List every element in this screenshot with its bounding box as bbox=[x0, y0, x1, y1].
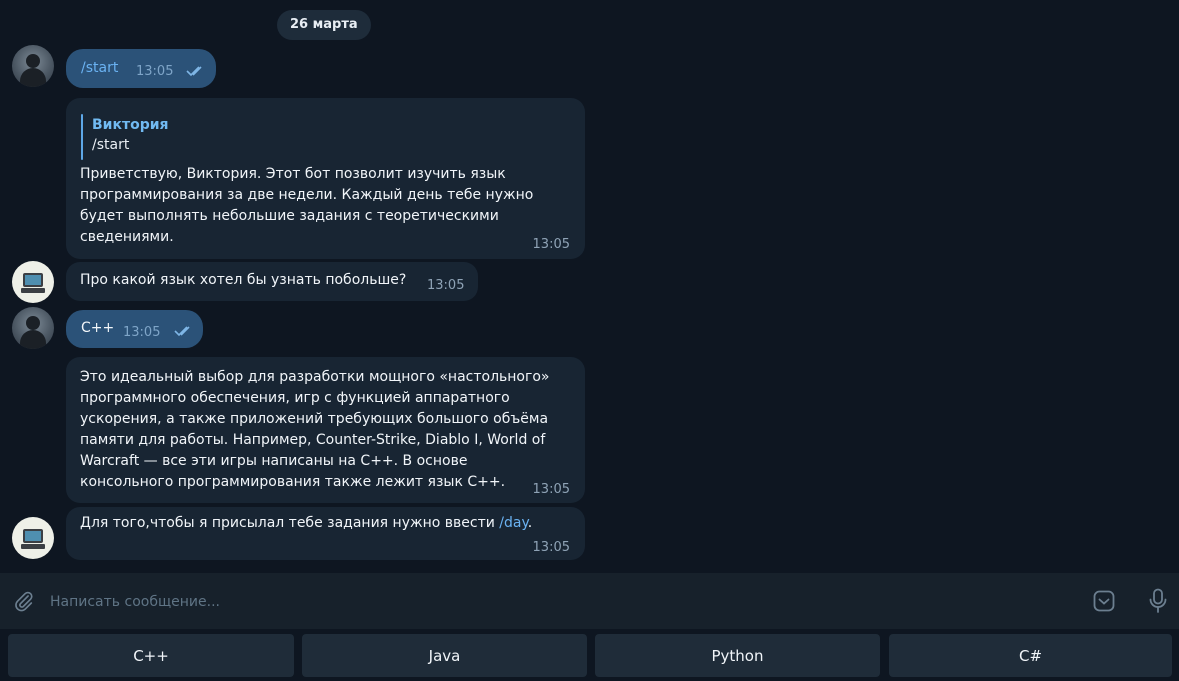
date-divider: 26 марта bbox=[277, 10, 371, 40]
message-time: 13:05 bbox=[532, 540, 570, 555]
keyboard-button-java[interactable]: Java bbox=[302, 634, 587, 677]
reply-text: /start bbox=[92, 137, 130, 153]
keyboard-button-python[interactable]: Python bbox=[595, 634, 880, 677]
message-bubble[interactable]: Для того,чтобы я присылал тебе задания н… bbox=[66, 507, 585, 560]
message-text: Приветствую, Виктория. Этот бот позволит… bbox=[80, 166, 534, 245]
message-composer bbox=[0, 573, 1179, 629]
reply-keyboard: C++ Java Python C# bbox=[0, 629, 1179, 681]
keyboard-button-csharp[interactable]: C# bbox=[889, 634, 1172, 677]
bot-avatar[interactable] bbox=[12, 261, 54, 303]
message-input[interactable] bbox=[48, 585, 1052, 619]
message-time: 13:05 bbox=[123, 325, 161, 340]
message-text: Это идеальный выбор для разработки мощно… bbox=[80, 369, 550, 490]
message-bubble[interactable]: Виктория /start Приветствую, Виктория. Э… bbox=[66, 98, 585, 259]
command-link[interactable]: /day bbox=[499, 515, 527, 531]
message-bubble[interactable]: Про какой язык хотел бы узнать побольше?… bbox=[66, 262, 478, 301]
message-text: Для того,чтобы я присылал тебе задания н… bbox=[80, 515, 533, 531]
reply-bar bbox=[81, 114, 83, 160]
message-bubble[interactable]: Это идеальный выбор для разработки мощно… bbox=[66, 357, 585, 503]
message-text: Про какой язык хотел бы узнать побольше? bbox=[80, 272, 407, 288]
keyboard-button-cpp[interactable]: C++ bbox=[8, 634, 294, 677]
laptop-icon bbox=[23, 273, 43, 287]
message-text: /start bbox=[81, 60, 119, 76]
double-check-icon bbox=[186, 66, 202, 77]
user-avatar[interactable] bbox=[12, 307, 54, 349]
message-time: 13:05 bbox=[532, 482, 570, 497]
paperclip-icon[interactable] bbox=[8, 585, 40, 617]
message-time: 13:05 bbox=[427, 278, 465, 293]
message-text: C++ bbox=[81, 320, 115, 336]
bot-avatar[interactable] bbox=[12, 517, 54, 559]
message-bubble[interactable]: C++ 13:05 bbox=[66, 310, 203, 348]
message-bubble[interactable]: /start 13:05 bbox=[66, 49, 216, 88]
message-time: 13:05 bbox=[532, 237, 570, 252]
message-time: 13:05 bbox=[136, 64, 174, 79]
laptop-icon bbox=[23, 529, 43, 543]
reply-author[interactable]: Виктория bbox=[92, 115, 169, 136]
user-avatar[interactable] bbox=[12, 45, 54, 87]
emoji-keyboard-icon[interactable] bbox=[1088, 585, 1120, 617]
microphone-icon[interactable] bbox=[1142, 585, 1174, 617]
double-check-icon bbox=[174, 326, 190, 337]
chat-area[interactable]: 26 марта /start 13:05 Виктория /start Пр… bbox=[0, 0, 1179, 573]
